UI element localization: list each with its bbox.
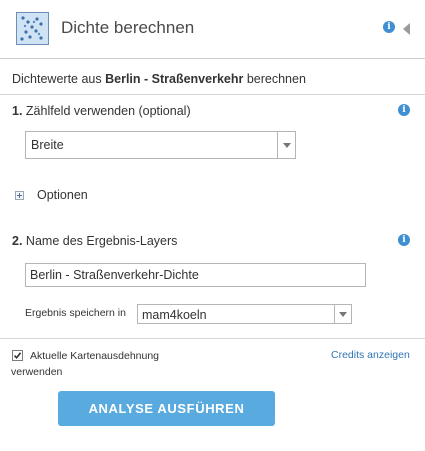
step-1-label: 1. Zählfeld verwenden (optional) — [12, 104, 191, 118]
input-layer-name: Berlin - Straßenverkehr — [105, 72, 244, 86]
description-prefix: Dichtewerte aus — [12, 72, 106, 86]
options-toggle-label[interactable]: Optionen — [37, 188, 88, 202]
result-layer-name-input[interactable] — [25, 263, 366, 287]
step-1-number: 1. — [12, 104, 23, 118]
step-2-number: 2. — [12, 234, 23, 248]
divider — [0, 338, 425, 339]
panel-title: Dichte berechnen — [61, 18, 195, 37]
save-folder-select[interactable]: mam4koeln — [137, 304, 352, 324]
use-current-extent-label-line2: verwenden — [11, 366, 63, 378]
divider — [0, 94, 425, 95]
step-2-info-icon[interactable]: i — [398, 234, 410, 246]
count-field-select[interactable]: Breite — [25, 131, 296, 159]
chevron-down-icon[interactable] — [334, 305, 351, 323]
run-analysis-button[interactable]: ANALYSE AUSFÜHREN — [58, 391, 275, 426]
description-suffix: berechnen — [243, 72, 306, 86]
use-current-extent-label: Aktuelle Kartenausdehnung — [30, 350, 160, 362]
save-folder-value: mam4koeln — [142, 308, 207, 322]
show-credits-link[interactable]: Credits anzeigen — [331, 349, 410, 361]
step-2-text: Name des Ergebnis-Layers — [25, 234, 178, 248]
analysis-description: Dichtewerte aus Berlin - Straßenverkehr … — [12, 72, 306, 86]
chevron-down-icon[interactable] — [277, 132, 295, 158]
density-tool-icon — [16, 12, 49, 45]
use-current-extent-checkbox[interactable] — [12, 350, 23, 361]
save-location-label: Ergebnis speichern in — [25, 307, 126, 319]
info-icon[interactable]: i — [383, 21, 395, 33]
collapse-arrow-icon[interactable] — [403, 23, 410, 35]
count-field-value: Breite — [31, 138, 64, 152]
step-1-info-icon[interactable]: i — [398, 104, 410, 116]
step-2-label: 2. Name des Ergebnis-Layers — [12, 234, 177, 248]
step-1-text: Zählfeld verwenden (optional) — [25, 104, 191, 118]
expand-options-icon[interactable] — [15, 191, 24, 200]
panel-header: Dichte berechnen i — [0, 0, 425, 59]
